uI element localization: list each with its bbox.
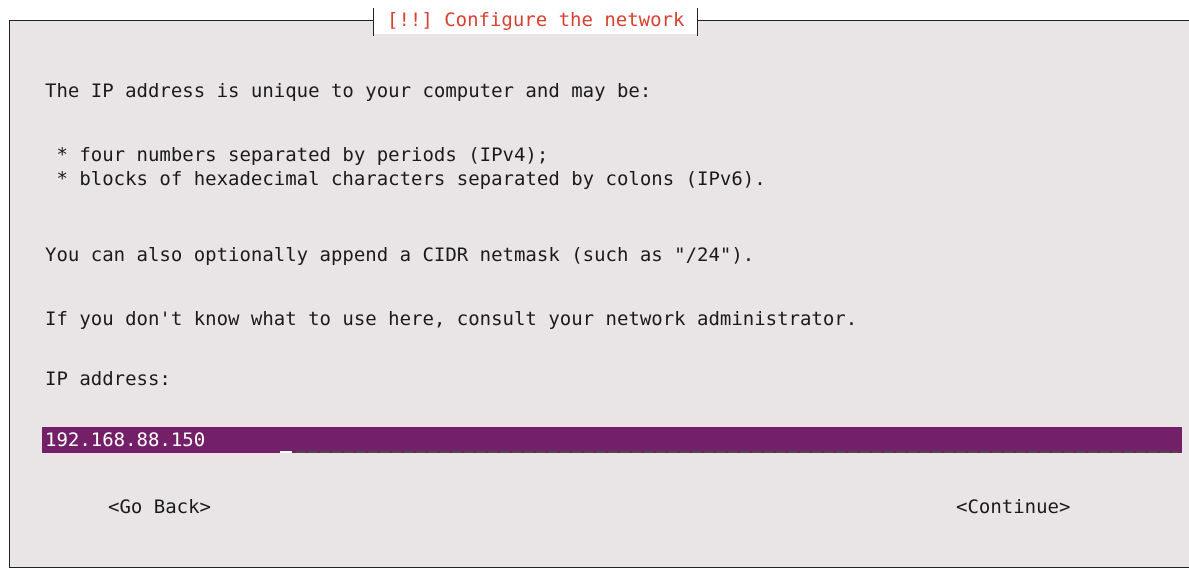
title-border-right (710, 20, 1189, 21)
title-border-left (9, 20, 373, 21)
input-underline (296, 451, 1178, 453)
dialog-title: [!!] Configure the network (373, 6, 699, 36)
dialog-title-bar: [!!] Configure the network (9, 6, 1189, 36)
ip-address-value[interactable]: 192.168.88.150 (45, 427, 206, 453)
bullet-ipv6: * blocks of hexadecimal characters separ… (45, 168, 766, 190)
configure-network-dialog: [!!] Configure the network The IP addres… (9, 6, 1189, 568)
ip-address-label: IP address: (45, 368, 171, 390)
go-back-button[interactable]: <Go Back> (108, 495, 211, 519)
bullet-ipv4: * four numbers separated by periods (IPv… (45, 144, 549, 166)
intro-text: The IP address is unique to your compute… (45, 80, 652, 102)
text-cursor (280, 451, 292, 453)
admin-note: If you don't know what to use here, cons… (45, 308, 858, 330)
continue-button[interactable]: <Continue> (956, 495, 1070, 519)
cidr-note: You can also optionally append a CIDR ne… (45, 244, 755, 266)
ip-address-input[interactable]: 192.168.88.150 (42, 427, 1182, 453)
